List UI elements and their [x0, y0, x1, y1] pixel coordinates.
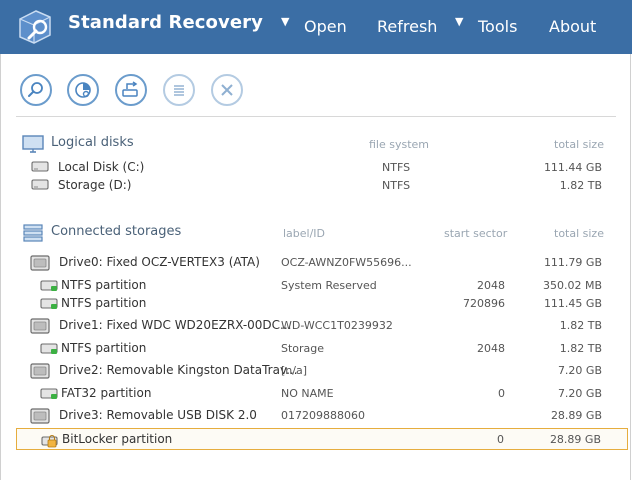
partition-icon: [40, 298, 58, 309]
label-id: NO NAME: [281, 387, 334, 400]
toolbar-divider: [16, 116, 616, 117]
drive-row[interactable]: Drive2: Removable Kingston DataTrav... [n…: [16, 360, 628, 382]
scan-button[interactable]: [67, 74, 99, 106]
logical-disk-name: Storage (D:): [58, 178, 132, 192]
search-icon: [28, 82, 43, 97]
logical-disk-file-system: NTFS: [382, 179, 411, 192]
menu-open[interactable]: Open: [304, 17, 347, 36]
label-id: System Reserved: [281, 279, 377, 292]
start-sector: 720896: [463, 297, 505, 310]
total-size: 28.89 GB: [549, 433, 601, 446]
logical-disk-icon: [31, 161, 49, 172]
logical-disk-file-system: NTFS: [382, 161, 411, 174]
total-size: 7.20 GB: [557, 364, 602, 377]
drive-name: Drive1: Fixed WDC WD20EZRX-00DC...: [59, 318, 292, 332]
tools-dropdown-arrow-icon[interactable]: ▼: [455, 15, 463, 28]
total-size: 1.82 TB: [559, 319, 602, 332]
logical-disk-row[interactable]: Storage (D:) NTFS 1.82 TB: [16, 176, 628, 194]
start-sector: 2048: [477, 342, 505, 355]
total-size: 28.89 GB: [550, 409, 602, 422]
logical-disk-size: 1.82 TB: [559, 179, 602, 192]
partition-name: NTFS partition: [61, 296, 147, 310]
total-size: 111.45 GB: [543, 297, 602, 310]
partition-name: NTFS partition: [61, 341, 147, 355]
app-logo-icon: [19, 10, 51, 44]
locked-partition-icon: [41, 434, 58, 448]
col-header-start-sector: start sector: [444, 227, 508, 240]
toolbar: [0, 54, 632, 116]
partition-name: BitLocker partition: [62, 432, 173, 446]
partition-name: NTFS partition: [61, 278, 147, 292]
frame-left-border: [0, 54, 1, 480]
label-id: [n/a]: [281, 364, 308, 377]
logical-disk-size: 111.44 GB: [543, 161, 602, 174]
hard-drive-icon: [30, 363, 50, 379]
drive-row[interactable]: Drive3: Removable USB DISK 2.0 0172098880…: [16, 405, 628, 427]
search-button[interactable]: [20, 74, 52, 106]
list-icon: [174, 85, 184, 96]
close-button[interactable]: [211, 74, 243, 106]
start-sector: 0: [498, 387, 505, 400]
connected-storages-title: Connected storages: [51, 224, 182, 239]
total-size: 350.02 MB: [542, 279, 602, 292]
label-id: Storage: [281, 342, 325, 355]
logical-disk-icon: [31, 179, 49, 190]
drive-name: Drive3: Removable USB DISK 2.0: [59, 408, 257, 422]
drive-row[interactable]: Drive1: Fixed WDC WD20EZRX-00DC... WD-WCC…: [16, 315, 628, 337]
start-sector: 2048: [477, 279, 505, 292]
total-size: 111.79 GB: [543, 256, 602, 269]
partition-icon: [40, 388, 58, 399]
create-image-button[interactable]: [115, 74, 147, 106]
label-id: 017209888060: [281, 409, 365, 422]
partition-name: FAT32 partition: [61, 386, 152, 400]
frame-right-border: [630, 54, 631, 480]
label-id: OCZ-AWNZ0FW55696...: [281, 256, 412, 269]
hard-drive-icon: [30, 318, 50, 334]
logical-disk-row[interactable]: Local Disk (C:) NTFS 111.44 GB: [16, 158, 628, 176]
drive-name: Drive0: Fixed OCZ-VERTEX3 (ATA): [59, 255, 260, 269]
partition-row[interactable]: BitLocker partition 0 28.89 GB: [16, 428, 628, 450]
app-title: Standard Recovery: [68, 12, 263, 33]
title-bar: Standard Recovery ▼ Open Refresh ▼ Tools…: [0, 0, 632, 54]
hard-drive-icon: [30, 255, 50, 271]
total-size: 7.20 GB: [557, 387, 602, 400]
menu-about[interactable]: About: [549, 17, 596, 36]
start-sector: 0: [497, 433, 504, 446]
partition-row[interactable]: NTFS partition 720896 111.45 GB: [16, 293, 628, 315]
image-disk-icon: [122, 81, 138, 97]
partition-icon: [40, 280, 58, 291]
menu-tools[interactable]: Tools: [478, 17, 517, 36]
col-header-file-system: file system: [369, 138, 430, 151]
hard-drive-icon: [30, 408, 50, 424]
close-icon: [221, 84, 233, 96]
label-id: WD-WCC1T0239932: [281, 319, 393, 332]
col-header-label-id: label/ID: [283, 227, 326, 240]
list-button[interactable]: [163, 74, 195, 106]
drive-row[interactable]: Drive0: Fixed OCZ-VERTEX3 (ATA) OCZ-AWNZ0…: [16, 252, 628, 274]
drive-name: Drive2: Removable Kingston DataTrav...: [59, 363, 298, 377]
partition-icon: [40, 343, 58, 354]
col-header-total-size-storages: total size: [554, 227, 604, 240]
open-dropdown-arrow-icon[interactable]: ▼: [281, 15, 289, 28]
monitor-icon: [22, 135, 44, 153]
scan-icon: [75, 82, 91, 98]
storage-stack-icon: [23, 224, 43, 242]
logical-disks-title: Logical disks: [51, 135, 134, 150]
partition-row[interactable]: FAT32 partition NO NAME 0 7.20 GB: [16, 383, 628, 405]
col-header-total-size: total size: [554, 138, 604, 151]
menu-refresh[interactable]: Refresh: [377, 17, 437, 36]
total-size: 1.82 TB: [559, 342, 602, 355]
partition-row[interactable]: NTFS partition Storage 2048 1.82 TB: [16, 338, 628, 360]
logical-disk-name: Local Disk (C:): [58, 160, 145, 174]
